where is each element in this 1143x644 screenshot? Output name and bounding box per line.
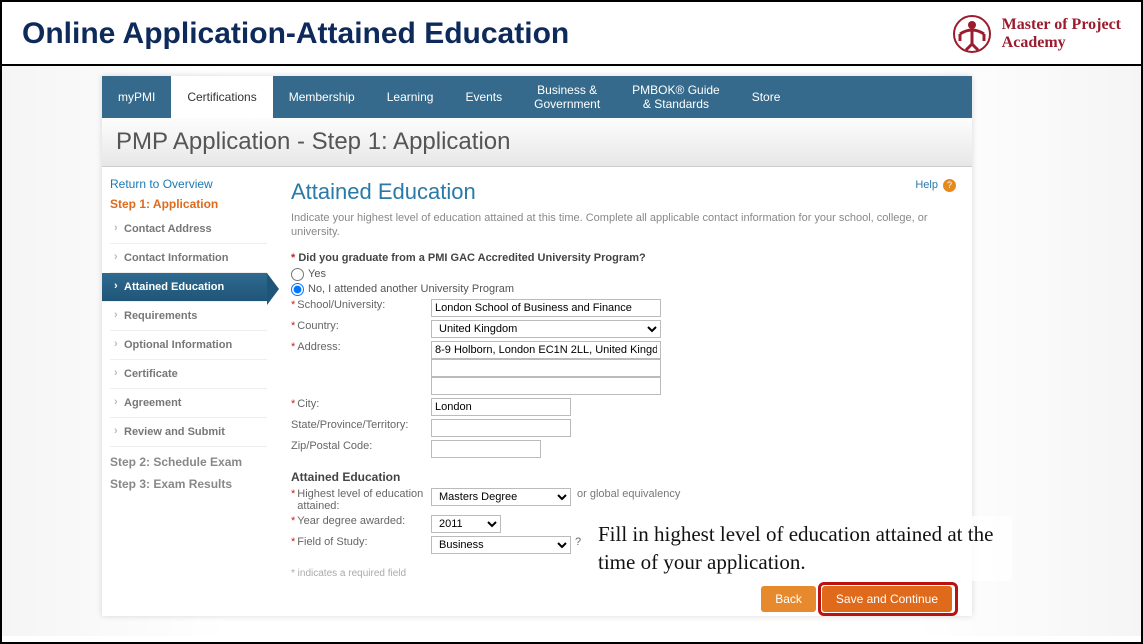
country-select[interactable]: United Kingdom (431, 320, 661, 338)
brand-logo-icon (952, 14, 992, 54)
intro-text: Indicate your highest level of education… (291, 211, 956, 240)
zip-input[interactable] (431, 440, 541, 458)
nav-certifications[interactable]: Certifications (171, 76, 272, 118)
return-overview-link[interactable]: Return to Overview (110, 177, 267, 191)
nav-pmbok[interactable]: PMBOK® Guide & Standards (616, 76, 736, 118)
sidebar-attained-education[interactable]: Attained Education (102, 273, 267, 302)
address-line1-input[interactable] (431, 341, 661, 359)
school-input[interactable] (431, 299, 661, 317)
state-input[interactable] (431, 419, 571, 437)
school-label: *School/University: (291, 299, 431, 311)
nav-store[interactable]: Store (736, 76, 797, 118)
sidebar-agreement[interactable]: Agreement (110, 389, 267, 418)
form-heading: Attained Education (291, 179, 476, 205)
field-label: *Field of Study: (291, 536, 431, 548)
year-select[interactable]: 2011 (431, 515, 501, 533)
radio-no-row[interactable]: No, I attended another University Progra… (291, 283, 956, 296)
slide-header: Online Application-Attained Education Ma… (2, 2, 1141, 66)
address-line2-input[interactable] (431, 359, 661, 377)
save-continue-button[interactable]: Save and Continue (822, 586, 952, 612)
country-label: *Country: (291, 320, 431, 332)
sidebar-requirements[interactable]: Requirements (110, 302, 267, 331)
zip-label: Zip/Postal Code: (291, 440, 431, 452)
state-label: State/Province/Territory: (291, 419, 431, 431)
back-button[interactable]: Back (761, 586, 816, 612)
address-line3-input[interactable] (431, 377, 661, 395)
field-help-icon[interactable]: ? (575, 536, 581, 548)
nav-membership[interactable]: Membership (273, 76, 371, 118)
sidebar-contact-information[interactable]: Contact Information (110, 244, 267, 273)
step1-label: Step 1: Application (110, 197, 267, 211)
slide-title: Online Application-Attained Education (22, 17, 569, 51)
sidebar-contact-address[interactable]: Contact Address (110, 215, 267, 244)
highest-select[interactable]: Masters Degree (431, 488, 571, 506)
city-input[interactable] (431, 398, 571, 416)
city-label: *City: (291, 398, 431, 410)
content-area: myPMI Certifications Membership Learning… (2, 66, 1141, 636)
radio-no[interactable] (291, 283, 304, 296)
address-label: *Address: (291, 341, 431, 353)
step3-label: Step 3: Exam Results (110, 477, 267, 491)
attained-education-subheading: Attained Education (291, 470, 956, 484)
nav-events[interactable]: Events (449, 76, 518, 118)
page-title-bar: PMP Application - Step 1: Application (102, 118, 972, 167)
brand-logo: Master of Project Academy (952, 14, 1121, 54)
field-of-study-select[interactable]: Business (431, 536, 571, 554)
gac-question: Did you graduate from a PMI GAC Accredit… (291, 252, 956, 264)
step2-label: Step 2: Schedule Exam (110, 455, 267, 469)
sidebar: Return to Overview Step 1: Application C… (102, 167, 267, 617)
slide-frame: Online Application-Attained Education Ma… (0, 0, 1143, 644)
highest-label: *Highest level of education attained: (291, 488, 431, 512)
button-row: Back Save and Continue (761, 586, 952, 612)
help-link[interactable]: Help ? (915, 179, 956, 192)
radio-yes-row[interactable]: Yes (291, 268, 956, 281)
highest-suffix: or global equivalency (577, 488, 680, 500)
sidebar-certificate[interactable]: Certificate (110, 360, 267, 389)
slide-annotation: Fill in highest level of education attai… (592, 516, 1012, 581)
radio-yes[interactable] (291, 268, 304, 281)
brand-logo-text: Master of Project Academy (1002, 16, 1121, 51)
year-label: *Year degree awarded: (291, 515, 431, 527)
nav-business-government[interactable]: Business & Government (518, 76, 616, 118)
sidebar-optional-information[interactable]: Optional Information (110, 331, 267, 360)
help-icon: ? (943, 179, 956, 192)
sidebar-review-submit[interactable]: Review and Submit (110, 418, 267, 447)
nav-learning[interactable]: Learning (371, 76, 450, 118)
top-nav: myPMI Certifications Membership Learning… (102, 76, 972, 118)
page-title: PMP Application - Step 1: Application (116, 128, 958, 156)
nav-mypmi[interactable]: myPMI (102, 76, 171, 118)
